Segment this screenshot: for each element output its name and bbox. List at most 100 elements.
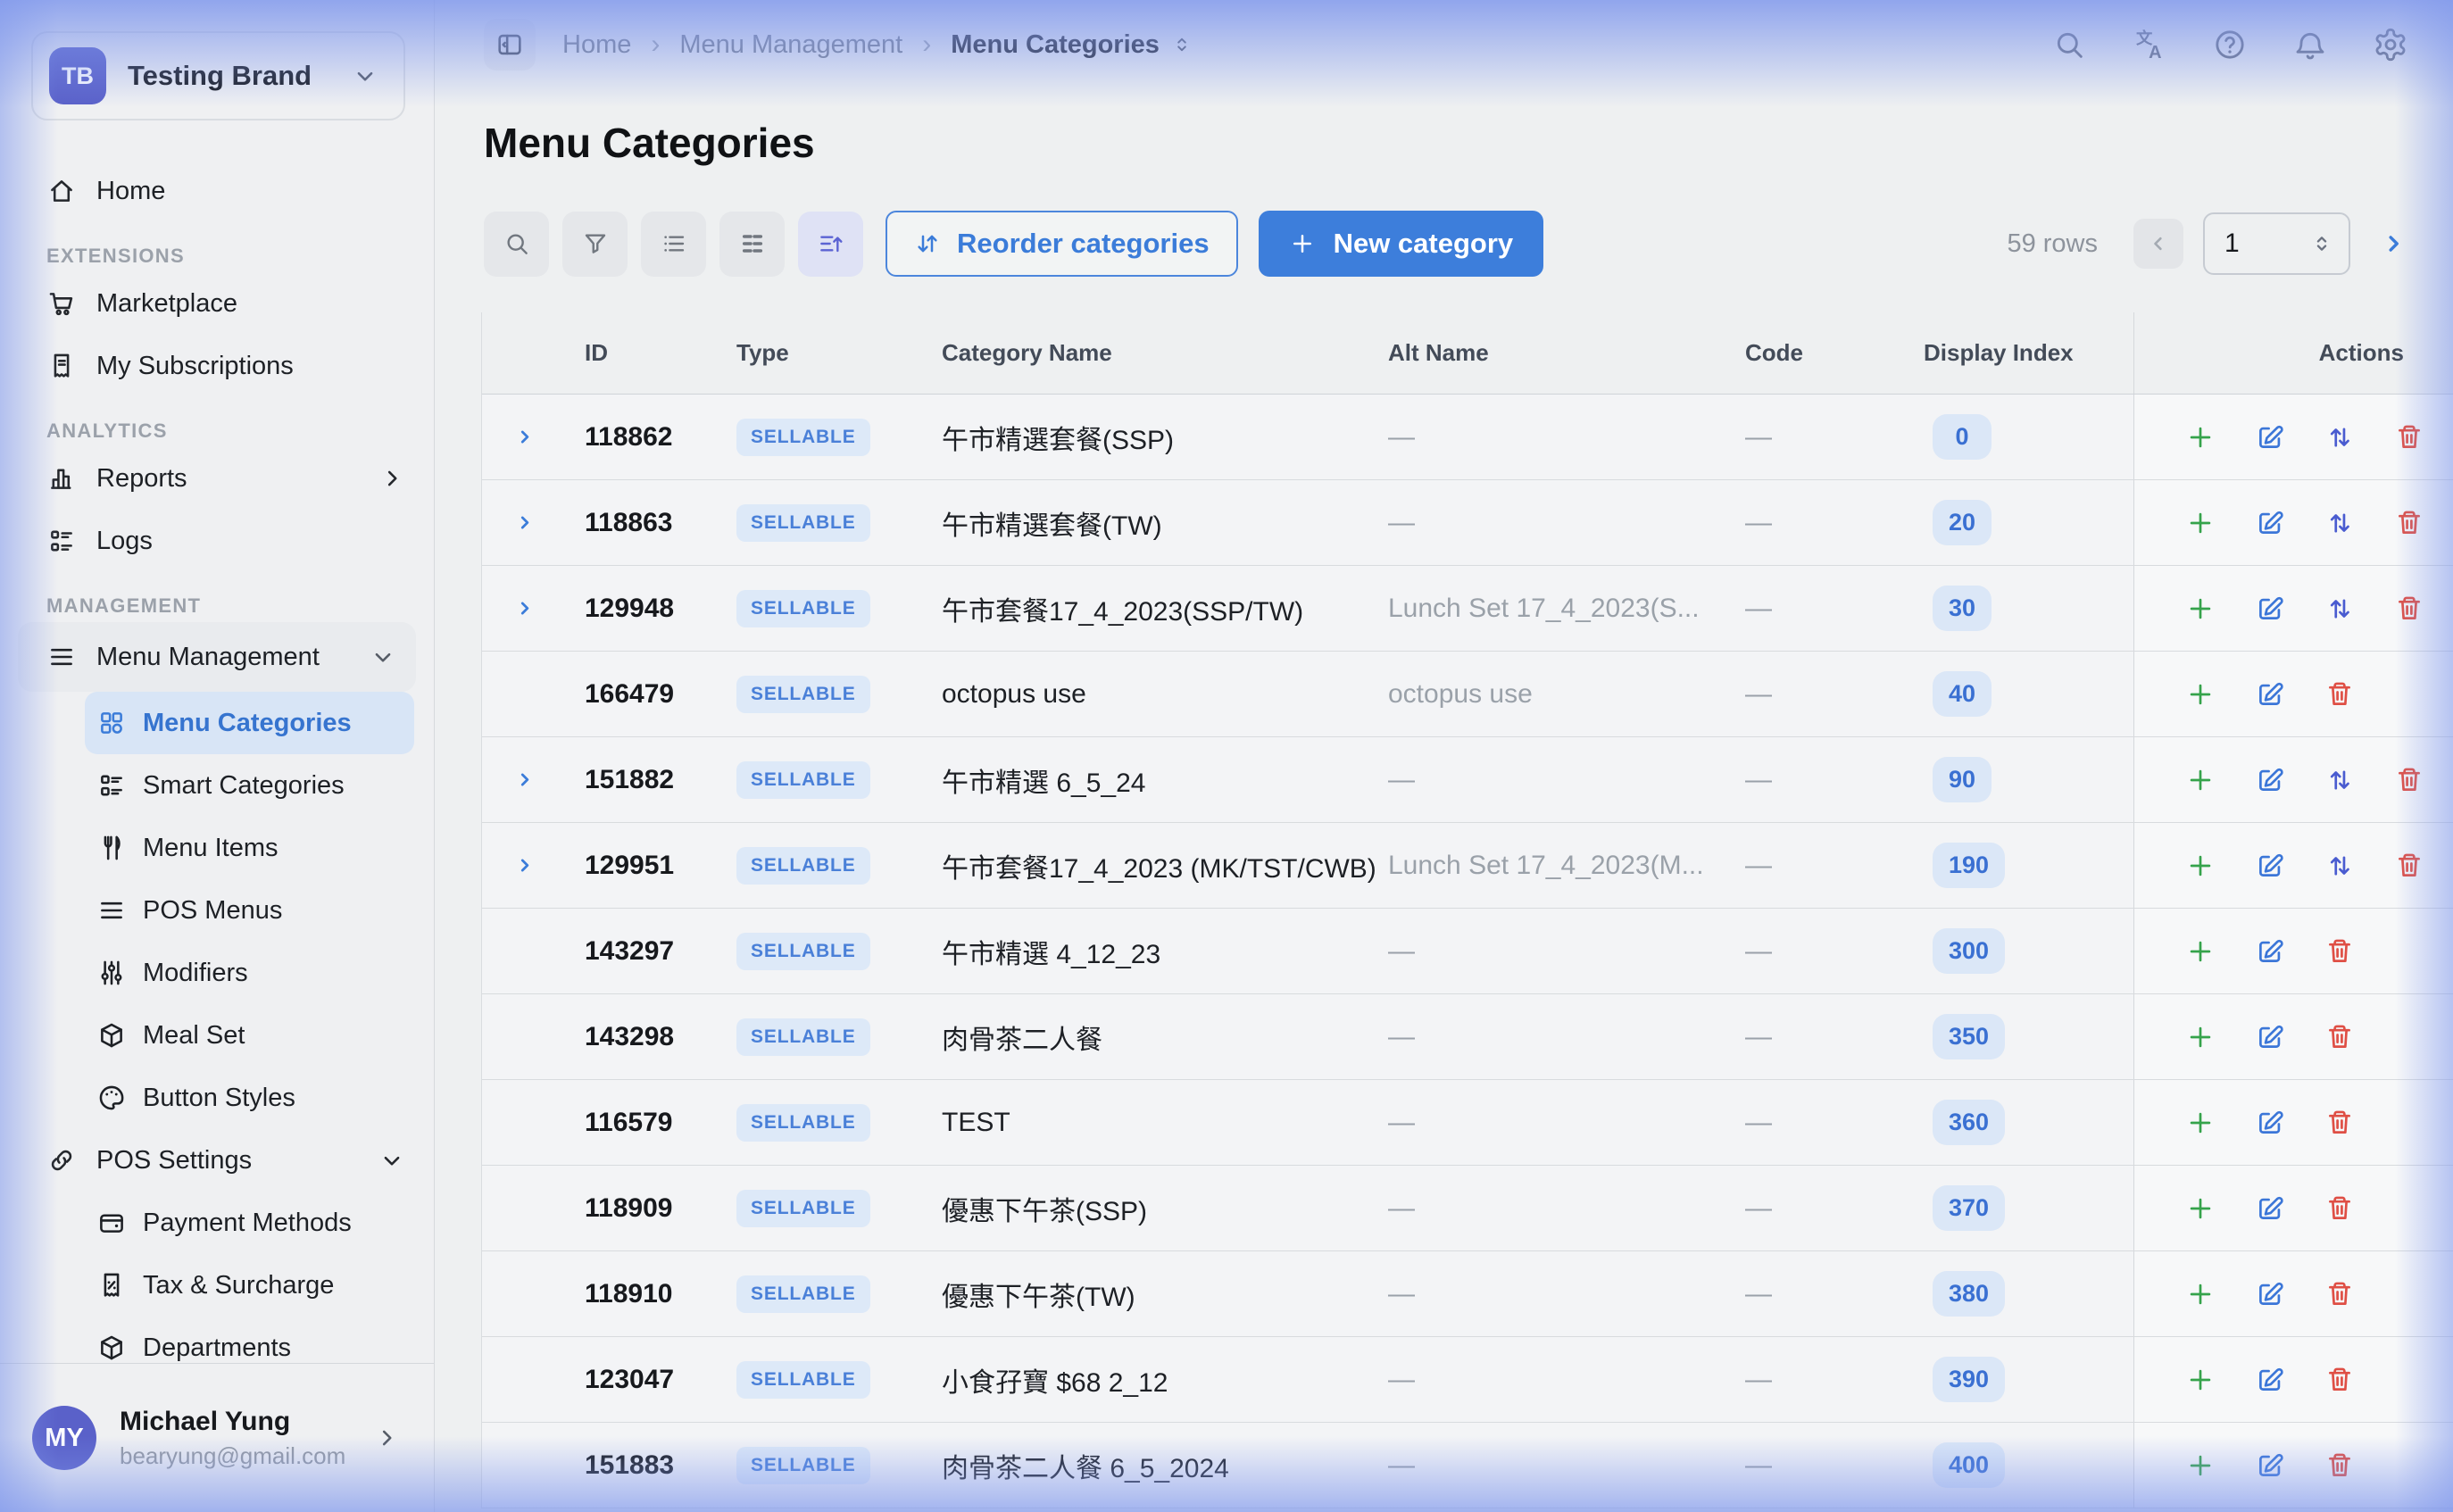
add-button[interactable] [2185,422,2216,453]
sidebar-item-departments[interactable]: Departments [85,1317,414,1363]
edit-button[interactable] [2255,1193,2285,1224]
add-button[interactable] [2185,1279,2216,1309]
edit-button[interactable] [2255,1450,2285,1481]
breadcrumb-current[interactable]: Menu Categories [951,30,1193,60]
breadcrumb-menu-management[interactable]: Menu Management [679,30,902,60]
reorder-items-button[interactable] [2324,508,2355,538]
table-row[interactable]: 151882 SELLABLE 午市精選 6_5_24 — — 90 [482,737,2453,823]
user-account-button[interactable]: MY Michael Yung bearyung@gmail.com [0,1363,434,1512]
delete-button[interactable] [2324,679,2355,710]
translate-icon[interactable] [2132,27,2167,62]
table-row[interactable]: 151883 SELLABLE 肉骨茶二人餐 6_5_2024 — — 400 [482,1423,2453,1508]
list-view-button[interactable] [641,212,706,277]
edit-button[interactable] [2255,936,2285,967]
reorder-items-button[interactable] [2324,422,2355,453]
expand-row-icon[interactable] [512,853,536,877]
expand-row-icon[interactable] [512,768,536,792]
reorder-items-button[interactable] [2324,594,2355,624]
edit-button[interactable] [2255,1365,2285,1395]
table-row[interactable]: 118862 SELLABLE 午市精選套餐(SSP) — — 0 [482,395,2453,480]
sidebar-item-marketplace[interactable]: Marketplace [0,272,434,335]
delete-button[interactable] [2324,1279,2355,1309]
add-button[interactable] [2185,765,2216,795]
reorder-items-button[interactable] [2324,765,2355,795]
delete-button[interactable] [2394,508,2424,538]
delete-button[interactable] [2324,936,2355,967]
add-button[interactable] [2185,1193,2216,1224]
grid-view-button[interactable] [719,212,785,277]
breadcrumb-home[interactable]: Home [562,30,631,60]
table-row[interactable]: 143297 SELLABLE 午市精選 4_12_23 — — 300 [482,909,2453,994]
add-button[interactable] [2185,594,2216,624]
sidebar-collapse-button[interactable] [484,19,536,71]
sidebar-item-meal-set[interactable]: Meal Set [85,1004,414,1067]
expand-row-icon[interactable] [512,511,536,535]
delete-button[interactable] [2324,1365,2355,1395]
sidebar-item-home[interactable]: Home [0,160,434,222]
edit-button[interactable] [2255,422,2285,453]
sidebar-item-modifiers[interactable]: Modifiers [85,942,414,1004]
table-row[interactable]: 143298 SELLABLE 肉骨茶二人餐 — — 350 [482,994,2453,1080]
edit-button[interactable] [2255,1108,2285,1138]
page-number-stepper[interactable] [2203,212,2350,275]
delete-button[interactable] [2324,1450,2355,1481]
next-page-button[interactable] [2374,224,2413,263]
edit-button[interactable] [2255,1279,2285,1309]
edit-button[interactable] [2255,1022,2285,1052]
add-button[interactable] [2185,1022,2216,1052]
delete-button[interactable] [2394,765,2424,795]
table-row[interactable]: 118863 SELLABLE 午市精選套餐(TW) — — 20 [482,480,2453,566]
table-row[interactable]: 116579 SELLABLE TEST — — 360 [482,1080,2453,1166]
edit-button[interactable] [2255,594,2285,624]
help-icon[interactable] [2212,27,2248,62]
table-row[interactable]: 123047 SELLABLE 小食孖寶 $68 2_12 — — 390 [482,1337,2453,1423]
delete-button[interactable] [2394,422,2424,453]
sidebar-item-tax-surcharge[interactable]: Tax & Surcharge [85,1254,414,1317]
sidebar-item-menu-items[interactable]: Menu Items [85,817,414,879]
gear-icon[interactable] [2373,27,2408,62]
sidebar-item-my-subscriptions[interactable]: My Subscriptions [0,335,434,397]
table-row[interactable]: 129951 SELLABLE 午市套餐17_4_2023 (MK/TST/CW… [482,823,2453,909]
new-category-button[interactable]: New category [1259,211,1544,277]
previous-page-button[interactable] [2133,219,2183,269]
add-button[interactable] [2185,1450,2216,1481]
add-button[interactable] [2185,1108,2216,1138]
delete-button[interactable] [2324,1022,2355,1052]
add-button[interactable] [2185,679,2216,710]
sidebar-item-pos-menus[interactable]: POS Menus [85,879,414,942]
edit-button[interactable] [2255,851,2285,881]
table-row[interactable]: 129948 SELLABLE 午市套餐17_4_2023(SSP/TW) Lu… [482,566,2453,652]
page-number-input[interactable] [2224,228,2287,259]
expand-row-icon[interactable] [512,596,536,620]
edit-button[interactable] [2255,765,2285,795]
reorder-items-button[interactable] [2324,851,2355,881]
bell-icon[interactable] [2292,27,2328,62]
search-icon[interactable] [2051,27,2087,62]
delete-button[interactable] [2394,594,2424,624]
table-row[interactable]: 166479 SELLABLE octopus use octopus use … [482,652,2453,737]
table-row[interactable]: 118910 SELLABLE 優惠下午茶(TW) — — 380 [482,1251,2453,1337]
expand-row-icon[interactable] [512,425,536,449]
sidebar-item-menu-categories[interactable]: Menu Categories [85,692,414,754]
sidebar-item-button-styles[interactable]: Button Styles [85,1067,414,1129]
sidebar-item-smart-categories[interactable]: Smart Categories [85,754,414,817]
table-row[interactable]: 118909 SELLABLE 優惠下午茶(SSP) — — 370 [482,1166,2453,1251]
add-button[interactable] [2185,508,2216,538]
sidebar-item-payment-methods[interactable]: Payment Methods [85,1192,414,1254]
edit-button[interactable] [2255,508,2285,538]
delete-button[interactable] [2394,851,2424,881]
table-search-button[interactable] [484,212,549,277]
add-button[interactable] [2185,936,2216,967]
sort-button[interactable] [798,212,863,277]
stepper-up-down-icon[interactable] [2309,231,2334,256]
brand-selector[interactable]: TB Testing Brand [31,31,405,120]
sidebar-item-reports[interactable]: Reports [0,447,434,510]
reorder-categories-button[interactable]: Reorder categories [886,211,1238,277]
delete-button[interactable] [2324,1108,2355,1138]
sidebar-item-pos-settings[interactable]: POS Settings [0,1129,434,1192]
add-button[interactable] [2185,851,2216,881]
sidebar-item-logs[interactable]: Logs [0,510,434,572]
filter-button[interactable] [562,212,628,277]
add-button[interactable] [2185,1365,2216,1395]
delete-button[interactable] [2324,1193,2355,1224]
